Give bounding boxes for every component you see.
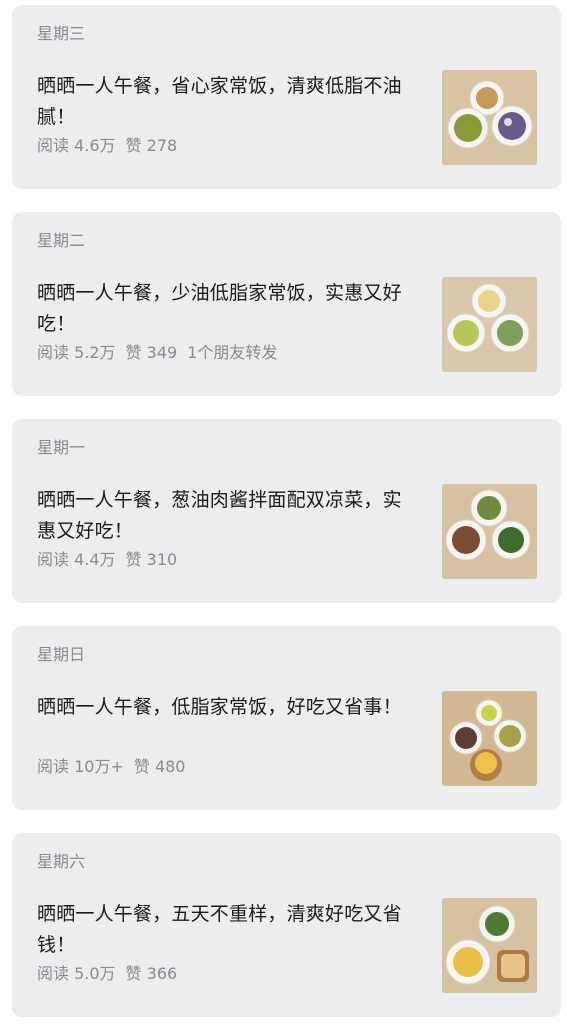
read-count: 阅读 5.2万 [37,343,116,362]
like-count: 赞 480 [133,757,186,776]
article-card[interactable]: 星期三 晒晒一人午餐，省心家常饭，清爽低脂不油腻！ 阅读 4.6万赞 278 [12,5,561,189]
article-day: 星期三 [37,24,86,43]
article-title[interactable]: 晒晒一人午餐，省心家常饭，清爽低脂不油腻！ [37,71,417,133]
article-card[interactable]: 星期日 晒晒一人午餐，低脂家常饭，好吃又省事！ 阅读 10万+ 赞 480 [12,626,561,810]
lunch-plates-photo-icon[interactable] [442,277,537,372]
article-card[interactable]: 星期一 晒晒一人午餐，葱油肉酱拌面配双凉菜，实惠又好吃！ 阅读 4.4万赞 31… [12,419,561,603]
read-count: 阅读 10万+ [37,757,124,776]
like-count: 赞 310 [125,550,178,569]
article-meta: 阅读 5.2万赞 349 1个朋友转发 [37,342,287,364]
article-title[interactable]: 晒晒一人午餐，低脂家常饭，好吃又省事！ [37,692,417,723]
read-count: 阅读 4.4万 [37,550,116,569]
article-meta: 阅读 5.0万赞 366 [37,963,187,985]
article-card[interactable]: 星期六 晒晒一人午餐，五天不重样，清爽好吃又省钱！ 阅读 5.0万赞 366 [12,833,561,1017]
article-day: 星期一 [37,438,86,457]
lunch-plates-photo-icon[interactable] [442,898,537,993]
article-title[interactable]: 晒晒一人午餐，五天不重样，清爽好吃又省钱！ [37,899,417,961]
article-meta: 阅读 4.6万赞 278 [37,135,187,157]
article-title[interactable]: 晒晒一人午餐，少油低脂家常饭，实惠又好吃！ [37,278,417,340]
article-feed: 星期三 晒晒一人午餐，省心家常饭，清爽低脂不油腻！ 阅读 4.6万赞 278 星… [0,0,567,1024]
article-meta: 阅读 4.4万赞 310 [37,549,187,571]
lunch-plates-photo-icon[interactable] [442,691,537,786]
like-count: 赞 366 [125,964,178,983]
lunch-plates-photo-icon[interactable] [442,484,537,579]
article-card[interactable]: 星期二 晒晒一人午餐，少油低脂家常饭，实惠又好吃！ 阅读 5.2万赞 349 1个… [12,212,561,396]
article-day: 星期六 [37,852,86,871]
article-meta: 阅读 10万+ 赞 480 [37,756,196,778]
article-day: 星期日 [37,645,86,664]
lunch-plates-photo-icon[interactable] [442,70,537,165]
like-count: 赞 349 [125,343,178,362]
read-count: 阅读 5.0万 [37,964,116,983]
article-day: 星期二 [37,231,86,250]
article-title[interactable]: 晒晒一人午餐，葱油肉酱拌面配双凉菜，实惠又好吃！ [37,485,417,547]
like-count: 赞 278 [125,136,178,155]
share-count: 1个朋友转发 [187,343,278,362]
read-count: 阅读 4.6万 [37,136,116,155]
